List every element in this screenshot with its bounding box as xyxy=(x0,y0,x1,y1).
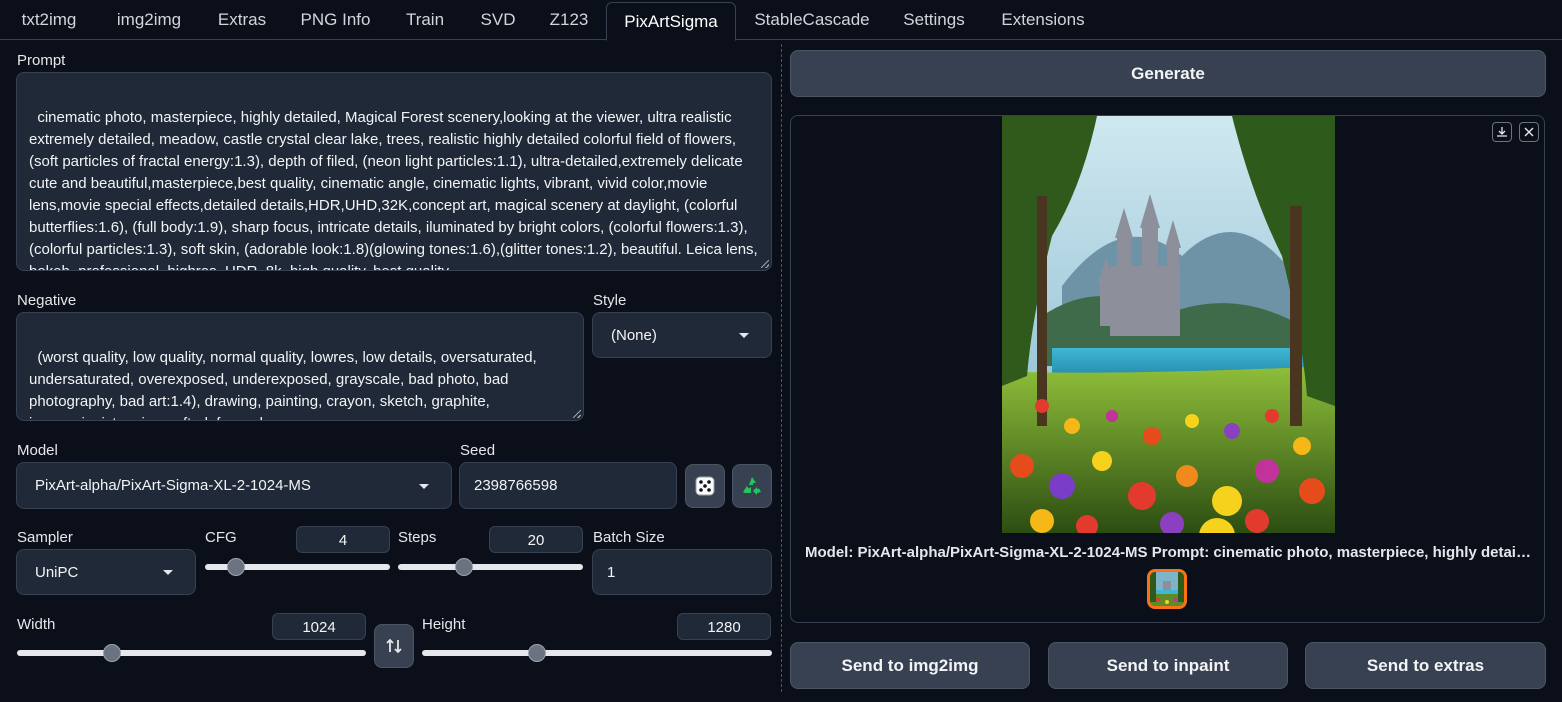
style-dropdown[interactable]: (None) xyxy=(592,312,772,358)
tab-img2img[interactable]: img2img xyxy=(100,0,198,39)
thumbnail-image xyxy=(1150,572,1184,606)
tab-extras[interactable]: Extras xyxy=(204,0,280,39)
seed-input[interactable]: 2398766598 xyxy=(459,462,677,509)
style-label: Style xyxy=(593,292,627,309)
height-label: Height xyxy=(422,616,466,633)
model-label: Model xyxy=(17,442,58,459)
close-icon xyxy=(1524,127,1534,137)
download-button[interactable] xyxy=(1492,122,1512,142)
width-number-input[interactable]: 1024 xyxy=(272,613,366,640)
tab-z123[interactable]: Z123 xyxy=(536,0,602,39)
negative-textarea[interactable]: (worst quality, low quality, normal qual… xyxy=(16,312,584,421)
width-label: Width xyxy=(17,616,56,633)
height-slider[interactable] xyxy=(422,644,772,662)
column-divider xyxy=(781,44,782,692)
tab-txt2img[interactable]: txt2img xyxy=(6,0,92,39)
swap-icon xyxy=(386,638,402,654)
batch-size-value: 1 xyxy=(607,563,616,581)
style-value: (None) xyxy=(611,326,657,344)
tab-stablecascade[interactable]: StableCascade xyxy=(742,0,882,39)
steps-slider[interactable] xyxy=(398,558,583,576)
recycle-icon xyxy=(743,477,761,495)
random-seed-button[interactable] xyxy=(685,464,725,508)
send-to-img2img-button[interactable]: Send to img2img xyxy=(790,642,1030,689)
prompt-textarea[interactable]: cinematic photo, masterpiece, highly det… xyxy=(16,72,772,271)
generate-button[interactable]: Generate xyxy=(790,50,1546,97)
model-dropdown[interactable]: PixArt-alpha/PixArt-Sigma-XL-2-1024-MS xyxy=(16,462,452,509)
cfg-number-input[interactable]: 4 xyxy=(296,526,390,553)
tab-bar: txt2img img2img Extras PNG Info Train SV… xyxy=(0,0,1562,41)
reuse-seed-button[interactable] xyxy=(732,464,772,508)
width-slider-thumb[interactable] xyxy=(103,644,121,662)
seed-label: Seed xyxy=(460,442,496,459)
tab-train[interactable]: Train xyxy=(390,0,460,39)
download-icon xyxy=(1497,127,1507,137)
steps-number-input[interactable]: 20 xyxy=(489,526,583,553)
tab-pixartsigma[interactable]: PixArtSigma xyxy=(606,2,736,41)
sampler-value: UniPC xyxy=(35,563,79,581)
prompt-text: cinematic photo, masterpiece, highly det… xyxy=(29,109,758,270)
dice-icon xyxy=(695,476,715,496)
batch-size-input[interactable]: 1 xyxy=(592,549,772,595)
send-to-inpaint-button[interactable]: Send to inpaint xyxy=(1048,642,1288,689)
cfg-slider[interactable] xyxy=(205,558,390,576)
cfg-slider-thumb[interactable] xyxy=(227,558,245,576)
close-button[interactable] xyxy=(1519,122,1539,142)
swap-dimensions-button[interactable] xyxy=(374,624,414,668)
gallery-thumbnail[interactable] xyxy=(1147,569,1187,609)
seed-value: 2398766598 xyxy=(474,477,558,494)
tab-extensions[interactable]: Extensions xyxy=(988,0,1098,39)
output-gallery: Model: PixArt-alpha/PixArt-Sigma-XL-2-10… xyxy=(790,115,1545,623)
negative-label: Negative xyxy=(17,292,77,309)
send-to-extras-button[interactable]: Send to extras xyxy=(1305,642,1546,689)
model-value: PixArt-alpha/PixArt-Sigma-XL-2-1024-MS xyxy=(35,477,311,494)
tab-png-info[interactable]: PNG Info xyxy=(288,0,383,39)
cfg-label: CFG xyxy=(205,529,237,546)
chevron-down-icon xyxy=(419,483,429,489)
sampler-label: Sampler xyxy=(17,529,73,546)
batch-size-label: Batch Size xyxy=(593,529,665,546)
height-number-input[interactable]: 1280 xyxy=(677,613,771,640)
resize-handle[interactable] xyxy=(573,410,581,418)
width-slider[interactable] xyxy=(17,644,366,662)
height-slider-thumb[interactable] xyxy=(528,644,546,662)
tab-settings[interactable]: Settings xyxy=(888,0,980,39)
sampler-dropdown[interactable]: UniPC xyxy=(16,549,196,595)
negative-text: (worst quality, low quality, normal qual… xyxy=(29,349,537,420)
steps-slider-thumb[interactable] xyxy=(455,558,473,576)
steps-label: Steps xyxy=(398,529,437,546)
chevron-down-icon xyxy=(163,570,173,575)
chevron-down-icon xyxy=(739,333,749,338)
generated-image[interactable] xyxy=(1002,116,1335,533)
tab-svd[interactable]: SVD xyxy=(468,0,528,39)
prompt-label: Prompt xyxy=(17,52,66,69)
resize-handle[interactable] xyxy=(761,260,769,268)
gallery-caption: Model: PixArt-alpha/PixArt-Sigma-XL-2-10… xyxy=(805,544,1531,561)
